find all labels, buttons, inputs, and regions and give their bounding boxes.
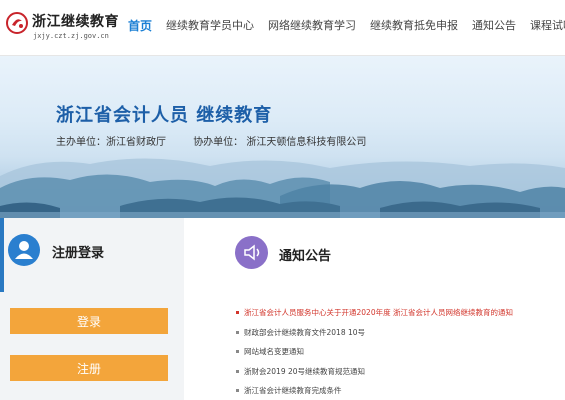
login-button[interactable]: 登录 xyxy=(10,308,168,334)
host-organization: 主办单位：浙江省财政厅 xyxy=(56,137,166,148)
speaker-icon xyxy=(235,236,268,269)
notice-panel: 通知公告 浙江省会计人员服务中心关于开通2020年度 浙江省会计人员网络继续教育… xyxy=(184,218,565,400)
notice-heading: 通知公告 xyxy=(279,249,332,264)
notice-item[interactable]: 浙江省会计人员服务中心关于开通2020年度 浙江省会计人员网络继续教育的通知 xyxy=(234,307,559,327)
site-header: 浙江继续教育 jxjy.czt.zj.gov.cn 首页 继续教育学员中心 网络… xyxy=(0,0,565,56)
banner-organizers: 主办单位：浙江省财政厅 协办单位： 浙江天顿信息科技有限公司 xyxy=(56,133,390,148)
co-host-organization: 协办单位： 浙江天顿信息科技有限公司 xyxy=(193,137,367,148)
logo-emblem-icon xyxy=(6,12,28,34)
notice-item[interactable]: 浙财会2019 20号继续教育规范通知 xyxy=(234,366,559,386)
notice-item[interactable]: 浙江省会计继续教育完成条件 xyxy=(234,385,559,400)
nav-item-course-preview[interactable]: 课程试听 xyxy=(530,17,565,33)
notice-item[interactable]: 网站域名变更通知 xyxy=(234,346,559,366)
notice-list: 浙江省会计人员服务中心关于开通2020年度 浙江省会计人员网络继续教育的通知 财… xyxy=(234,307,559,400)
notice-item[interactable]: 财政部会计继续教育文件2018 10号 xyxy=(234,327,559,347)
main-nav: 首页 继续教育学员中心 网络继续教育学习 继续教育抵免申报 通知公告 课程试听 xyxy=(128,0,565,50)
logo-title: 浙江继续教育 xyxy=(32,14,119,30)
logo-domain: jxjy.czt.zj.gov.cn xyxy=(33,32,109,40)
site-logo[interactable]: 浙江继续教育 jxjy.czt.zj.gov.cn xyxy=(6,8,124,48)
login-panel-accent xyxy=(0,218,4,292)
login-panel: 注册登录 登录 注册 xyxy=(0,218,184,400)
register-button[interactable]: 注册 xyxy=(10,355,168,381)
nav-item-notices[interactable]: 通知公告 xyxy=(472,17,516,33)
login-heading: 注册登录 xyxy=(52,246,105,261)
banner-title: 浙江省会计人员 继续教育 xyxy=(56,105,273,126)
nav-item-home[interactable]: 首页 xyxy=(128,17,152,34)
nav-item-student-center[interactable]: 继续教育学员中心 xyxy=(166,17,254,33)
nav-item-credit-declaration[interactable]: 继续教育抵免申报 xyxy=(370,17,458,33)
hero-banner: 浙江省会计人员 继续教育 主办单位：浙江省财政厅 协办单位： 浙江天顿信息科技有… xyxy=(0,56,565,218)
user-icon xyxy=(8,234,40,266)
nav-item-online-learning[interactable]: 网络继续教育学习 xyxy=(268,17,356,33)
